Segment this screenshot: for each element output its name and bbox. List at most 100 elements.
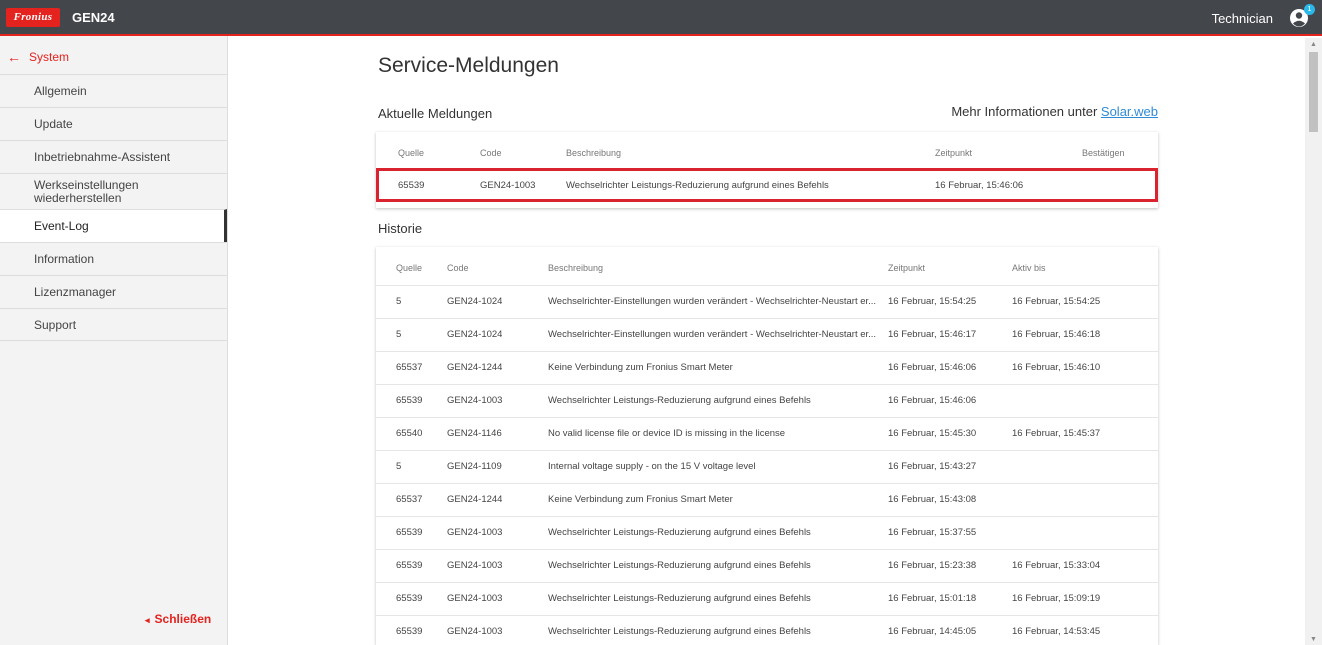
cell-quelle: 65539	[396, 395, 423, 406]
cell-zeitpunkt: 16 Februar, 15:43:27	[888, 461, 977, 472]
column-header-quelle: Quelle	[398, 148, 425, 158]
cell-quelle: 65539	[396, 560, 423, 571]
column-header-bestaetigen: Bestätigen	[1082, 148, 1125, 158]
cell-code: GEN24-1109	[447, 461, 502, 472]
column-header-zeitpunkt: Zeitpunkt	[888, 263, 926, 273]
cell-beschreibung: No valid license file or device ID is mi…	[548, 428, 786, 439]
cell-beschreibung: Keine Verbindung zum Fronius Smart Meter	[548, 494, 733, 505]
sidebar: ← System Allgemein Update Inbetriebnahme…	[0, 36, 228, 645]
sidebar-item-lizenzmanager[interactable]: Lizenzmanager	[0, 275, 227, 308]
back-to-system[interactable]: ← System	[0, 46, 69, 68]
cell-beschreibung: Wechselrichter Leistungs-Reduzierung auf…	[548, 527, 811, 538]
table-row[interactable]: 65539 GEN24-1003 Wechselrichter Leistung…	[376, 582, 1158, 615]
sidebar-item-label: Information	[34, 252, 95, 266]
table-row[interactable]: 5 GEN24-1024 Wechselrichter-Einstellunge…	[376, 285, 1158, 318]
scroll-thumb[interactable]	[1309, 52, 1318, 132]
user-role[interactable]: Technician	[1212, 11, 1273, 26]
cell-quelle: 65537	[396, 362, 423, 373]
cell-quelle: 65539	[396, 527, 423, 538]
scroll-up-icon[interactable]: ▲	[1310, 41, 1317, 48]
top-bar: Fronius GEN24 Technician 1	[0, 0, 1322, 36]
sidebar-item-event-log[interactable]: Event-Log	[0, 209, 227, 242]
back-label: System	[29, 50, 70, 64]
cell-quelle: 65540	[396, 428, 423, 439]
sidebar-item-label: Allgemein	[34, 84, 87, 98]
sidebar-item-inbetriebnahme[interactable]: Inbetriebnahme-Assistent	[0, 140, 227, 173]
page-scrollbar[interactable]: ▲ ▼	[1305, 38, 1322, 645]
close-sidebar-button[interactable]: ◂ Schließen	[145, 612, 211, 626]
current-messages-table: Quelle Code Beschreibung Zeitpunkt Bestä…	[376, 132, 1158, 208]
sidebar-item-werkseinstellungen[interactable]: Werkseinstellungen wiederherstellen	[0, 173, 227, 209]
sidebar-item-label: Support	[34, 317, 77, 332]
scroll-down-icon[interactable]: ▼	[1310, 636, 1317, 643]
cell-quelle: 65539	[396, 626, 423, 637]
sidebar-nav: Allgemein Update Inbetriebnahme-Assisten…	[0, 74, 227, 341]
sidebar-item-support[interactable]: Support	[0, 308, 227, 341]
cell-beschreibung: Wechselrichter Leistungs-Reduzierung auf…	[548, 593, 811, 604]
sidebar-item-label: Update	[34, 117, 73, 131]
cell-beschreibung: Wechselrichter-Einstellungen wurden verä…	[548, 329, 877, 340]
sidebar-item-update[interactable]: Update	[0, 107, 227, 140]
cell-code: GEN24-1003	[447, 560, 503, 571]
sidebar-item-information[interactable]: Information	[0, 242, 227, 275]
cell-quelle: 65539	[396, 593, 423, 604]
cell-zeitpunkt: 16 Februar, 15:37:55	[888, 527, 977, 538]
cell-code: GEN24-1003	[447, 395, 503, 406]
cell-aktiv-bis: 16 Februar, 15:54:25	[1012, 296, 1101, 307]
cell-zeitpunkt: 16 Februar, 15:45:30	[888, 428, 977, 439]
table-row[interactable]: 65539 GEN24-1003 Wechselrichter Leistung…	[376, 384, 1158, 417]
close-label: Schließen	[154, 612, 212, 626]
product-name: GEN24	[72, 10, 115, 25]
sidebar-item-label: Werkseinstellungen wiederherstellen	[34, 177, 139, 205]
solar-web-link[interactable]: Solar.web	[1101, 104, 1158, 119]
cell-zeitpunkt: 16 Februar, 15:23:38	[888, 560, 977, 571]
cell-zeitpunkt: 16 Februar, 15:54:25	[888, 296, 977, 307]
history-table: Quelle Code Beschreibung Zeitpunkt Aktiv…	[376, 247, 1158, 645]
cell-zeitpunkt: 16 Februar, 15:46:17	[888, 329, 977, 340]
sidebar-item-label: Inbetriebnahme-Assistent	[34, 150, 171, 164]
column-header-code: Code	[480, 148, 502, 158]
more-info: Mehr Informationen unter Solar.web	[951, 104, 1158, 119]
column-header-code: Code	[447, 263, 469, 273]
sidebar-item-allgemein[interactable]: Allgemein	[0, 74, 227, 107]
cell-quelle: 65537	[396, 494, 423, 505]
cell-zeitpunkt: 16 Februar, 15:43:08	[888, 494, 977, 505]
table-row[interactable]: 5 GEN24-1024 Wechselrichter-Einstellunge…	[376, 318, 1158, 351]
sidebar-item-label: Event-Log	[34, 219, 89, 233]
page-title: Service-Meldungen	[378, 54, 559, 77]
cell-beschreibung: Wechselrichter Leistungs-Reduzierung auf…	[548, 560, 811, 571]
table-row[interactable]: 65537 GEN24-1244 Keine Verbindung zum Fr…	[376, 351, 1158, 384]
cell-quelle: 5	[396, 461, 402, 472]
cell-beschreibung: Wechselrichter-Einstellungen wurden verä…	[548, 296, 877, 307]
cell-aktiv-bis: 16 Februar, 14:53:45	[1012, 626, 1101, 637]
table-row[interactable]: 65539 GEN24-1003 Wechselrichter Leistung…	[376, 615, 1158, 645]
cell-beschreibung: Internal voltage supply - on the 15 V vo…	[548, 461, 756, 472]
cell-aktiv-bis: 16 Februar, 15:45:37	[1012, 428, 1101, 439]
table-row[interactable]: 5 GEN24-1109 Internal voltage supply - o…	[376, 450, 1158, 483]
cell-code: GEN24-1024	[447, 329, 503, 340]
cell-quelle: 5	[396, 296, 402, 307]
cell-code: GEN24-1024	[447, 296, 503, 307]
cell-zeitpunkt: 16 Februar, 15:46:06	[888, 362, 977, 373]
cell-code: GEN24-1244	[447, 494, 503, 505]
highlight-frame	[376, 168, 1158, 202]
cell-zeitpunkt: 16 Februar, 15:46:06	[888, 395, 977, 406]
table-row[interactable]: 65539 GEN24-1003 Wechselrichter Leistung…	[376, 516, 1158, 549]
cell-code: GEN24-1244	[447, 362, 503, 373]
current-section-title: Aktuelle Meldungen	[378, 106, 493, 121]
cell-beschreibung: Wechselrichter Leistungs-Reduzierung auf…	[548, 395, 811, 406]
more-info-text: Mehr Informationen unter	[951, 104, 1098, 119]
cell-code: GEN24-1146	[447, 428, 502, 439]
cell-code: GEN24-1003	[447, 626, 503, 637]
sidebar-item-label: Lizenzmanager	[34, 285, 117, 299]
history-section-title: Historie	[378, 221, 423, 236]
notification-badge: 1	[1304, 4, 1315, 15]
arrow-left-icon: ←	[7, 49, 21, 65]
cell-beschreibung: Keine Verbindung zum Fronius Smart Meter	[548, 362, 733, 373]
fronius-logo[interactable]: Fronius	[6, 8, 60, 27]
table-row[interactable]: 65537 GEN24-1244 Keine Verbindung zum Fr…	[376, 483, 1158, 516]
table-row[interactable]: 65539 GEN24-1003 Wechselrichter Leistung…	[376, 549, 1158, 582]
cell-aktiv-bis: 16 Februar, 15:33:04	[1012, 560, 1101, 571]
column-header-zeitpunkt: Zeitpunkt	[935, 148, 973, 158]
table-row[interactable]: 65540 GEN24-1146 No valid license file o…	[376, 417, 1158, 450]
